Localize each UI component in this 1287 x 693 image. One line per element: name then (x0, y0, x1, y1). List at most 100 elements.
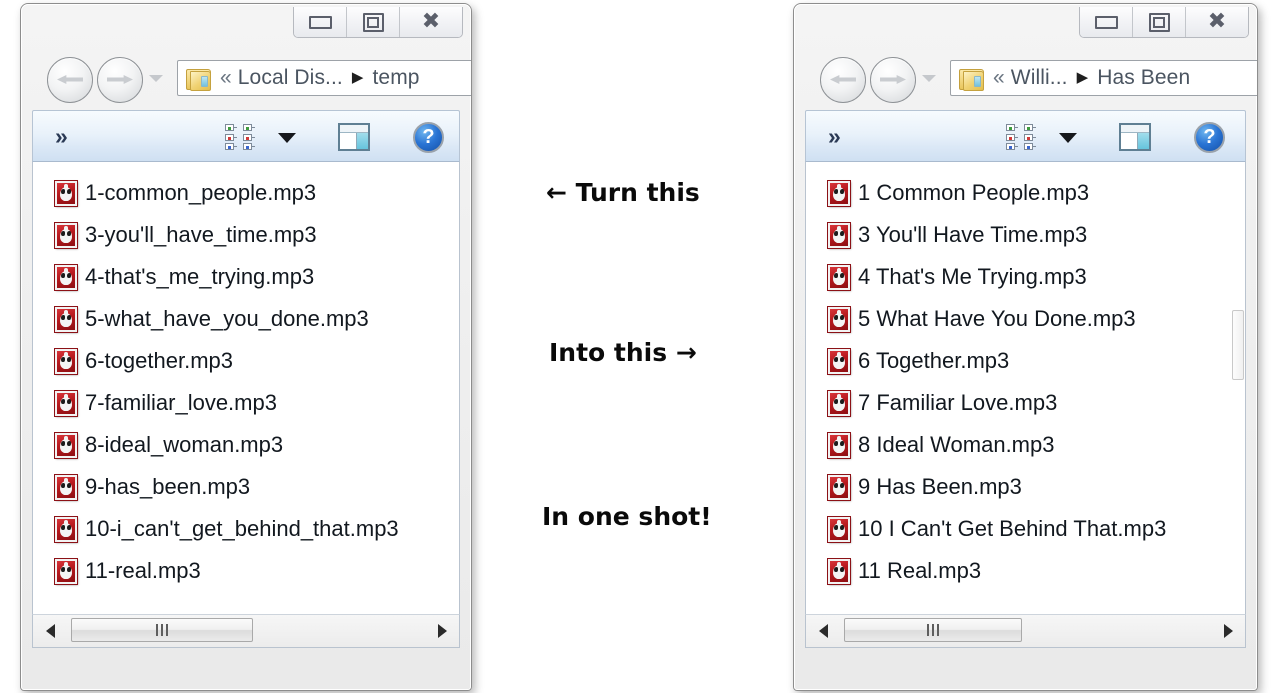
list-item[interactable]: 6-together.mp3 (33, 340, 459, 382)
forward-button[interactable] (97, 57, 143, 103)
minimize-icon (1094, 15, 1118, 29)
minimize-button[interactable] (294, 7, 347, 37)
vertical-scrollbar[interactable] (1232, 310, 1244, 380)
scrollbar-track[interactable] (67, 615, 425, 647)
list-item[interactable]: 9 Has Been.mp3 (806, 466, 1245, 508)
scroll-right-arrow-icon[interactable] (1211, 615, 1245, 647)
mp3-file-icon (55, 474, 77, 500)
file-name: 3-you'll_have_time.mp3 (85, 222, 317, 247)
breadcrumb-item-1[interactable]: Has Been (1097, 66, 1190, 89)
file-name: 10 I Can't Get Behind That.mp3 (858, 516, 1167, 541)
file-list[interactable]: 1-common_people.mp3 3-you'll_have_time.m… (32, 162, 460, 614)
breadcrumb-item-0[interactable]: Willi... (1011, 66, 1068, 89)
list-item[interactable]: 4 That's Me Trying.mp3 (806, 256, 1245, 298)
mp3-file-icon (828, 264, 850, 290)
list-item[interactable]: 7 Familiar Love.mp3 (806, 382, 1245, 424)
scrollbar-thumb[interactable] (71, 618, 253, 642)
mp3-file-icon (828, 180, 850, 206)
recent-pages-dropdown-icon[interactable] (149, 75, 163, 82)
list-item[interactable]: 9-has_been.mp3 (33, 466, 459, 508)
mp3-file-icon (828, 222, 850, 248)
minimize-icon (308, 15, 332, 29)
horizontal-scrollbar[interactable] (805, 614, 1246, 648)
file-name: 4 That's Me Trying.mp3 (858, 264, 1087, 289)
title-bar: ✖ (794, 4, 1257, 48)
breadcrumb: « Willi... ▶ Has Been (991, 66, 1190, 90)
list-item[interactable]: 1 Common People.mp3 (806, 172, 1245, 214)
file-list[interactable]: 1 Common People.mp3 3 You'll Have Time.m… (805, 162, 1246, 614)
breadcrumb-overflow[interactable]: « (220, 66, 232, 89)
scroll-left-arrow-icon[interactable] (33, 615, 67, 647)
annotation-into-this: Into this → (549, 338, 697, 367)
maximize-restore-button[interactable] (1133, 7, 1186, 37)
breadcrumb-item-0[interactable]: Local Dis... (238, 66, 343, 89)
horizontal-scrollbar[interactable] (32, 614, 460, 648)
help-icon[interactable]: ? (413, 122, 444, 153)
navigation-row: « Local Dis... ▶ temp (21, 48, 471, 110)
file-name: 9-has_been.mp3 (85, 474, 251, 499)
file-name: 11-real.mp3 (85, 558, 201, 583)
file-name: 6 Together.mp3 (858, 348, 1010, 373)
mp3-file-icon (55, 222, 77, 248)
list-item[interactable]: 3-you'll_have_time.mp3 (33, 214, 459, 256)
list-item[interactable]: 6 Together.mp3 (806, 340, 1245, 382)
file-name: 6-together.mp3 (85, 348, 233, 373)
back-button[interactable] (47, 57, 93, 103)
chevron-down-icon[interactable] (1059, 133, 1077, 143)
file-name: 3 You'll Have Time.mp3 (858, 222, 1088, 247)
list-item[interactable]: 8 Ideal Woman.mp3 (806, 424, 1245, 466)
change-view-icon[interactable] (1006, 124, 1038, 150)
mp3-file-icon (55, 264, 77, 290)
toolbar-overflow-button[interactable]: » (828, 124, 841, 148)
scroll-left-arrow-icon[interactable] (806, 615, 840, 647)
scrollbar-track[interactable] (840, 615, 1211, 647)
close-button[interactable]: ✖ (400, 7, 462, 37)
breadcrumb-separator-icon[interactable]: ▶ (352, 69, 364, 86)
file-name: 4-that's_me_trying.mp3 (85, 264, 315, 289)
breadcrumb-overflow[interactable]: « (993, 66, 1005, 89)
forward-button[interactable] (870, 57, 916, 103)
list-item[interactable]: 11-real.mp3 (33, 550, 459, 592)
list-item[interactable]: 1-common_people.mp3 (33, 172, 459, 214)
list-item[interactable]: 10 I Can't Get Behind That.mp3 (806, 508, 1245, 550)
mp3-file-icon (55, 180, 77, 206)
back-button[interactable] (820, 57, 866, 103)
list-item[interactable]: 4-that's_me_trying.mp3 (33, 256, 459, 298)
preview-pane-icon[interactable] (1119, 123, 1151, 151)
file-name: 1 Common People.mp3 (858, 180, 1090, 205)
address-bar[interactable]: « Local Dis... ▶ temp (177, 60, 471, 96)
list-item[interactable]: 3 You'll Have Time.mp3 (806, 214, 1245, 256)
recent-pages-dropdown-icon[interactable] (922, 75, 936, 82)
toolbar-overflow-button[interactable]: » (55, 124, 68, 148)
file-name: 5 What Have You Done.mp3 (858, 306, 1136, 331)
close-button[interactable]: ✖ (1186, 7, 1248, 37)
scrollbar-thumb[interactable] (844, 618, 1022, 642)
file-name: 10-i_can't_get_behind_that.mp3 (85, 516, 399, 541)
mp3-file-icon (828, 306, 850, 332)
list-item[interactable]: 10-i_can't_get_behind_that.mp3 (33, 508, 459, 550)
minimize-button[interactable] (1080, 7, 1133, 37)
mp3-file-icon (828, 474, 850, 500)
explorer-window-before[interactable]: ✖ « Local Dis... ▶ temp » ? 1-common_peop… (20, 3, 472, 691)
list-item[interactable]: 8-ideal_woman.mp3 (33, 424, 459, 466)
maximize-restore-button[interactable] (347, 7, 400, 37)
scroll-right-arrow-icon[interactable] (425, 615, 459, 647)
breadcrumb: « Local Dis... ▶ temp (218, 66, 420, 90)
list-item[interactable]: 7-familiar_love.mp3 (33, 382, 459, 424)
address-bar[interactable]: « Willi... ▶ Has Been (950, 60, 1257, 96)
explorer-window-after[interactable]: ✖ « Willi... ▶ Has Been » ? 1 Common Peop… (793, 3, 1258, 691)
file-name: 5-what_have_you_done.mp3 (85, 306, 369, 331)
close-icon: ✖ (421, 9, 441, 34)
breadcrumb-separator-icon[interactable]: ▶ (1077, 69, 1089, 86)
breadcrumb-item-1[interactable]: temp (373, 66, 420, 89)
preview-pane-icon[interactable] (338, 123, 370, 151)
change-view-icon[interactable] (225, 124, 257, 150)
navigation-row: « Willi... ▶ Has Been (794, 48, 1257, 110)
list-item[interactable]: 5-what_have_you_done.mp3 (33, 298, 459, 340)
list-item[interactable]: 11 Real.mp3 (806, 550, 1245, 592)
chevron-down-icon[interactable] (278, 133, 296, 143)
mp3-file-icon (55, 306, 77, 332)
list-item[interactable]: 5 What Have You Done.mp3 (806, 298, 1245, 340)
file-name: 9 Has Been.mp3 (858, 474, 1022, 499)
help-icon[interactable]: ? (1194, 122, 1225, 153)
